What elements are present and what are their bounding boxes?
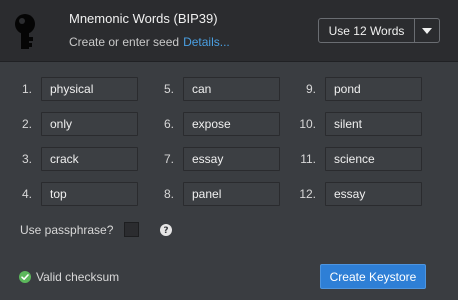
word-row-12: 12. essay [296,182,426,206]
subtitle: Create or enter seed Details... [69,35,230,49]
word-number: 6. [163,117,174,131]
word-number: 1. [21,82,32,96]
word-number: 2. [21,117,32,131]
word-row-8: 8. panel [154,182,284,206]
word-row-1: 1. physical [12,77,142,101]
word-field-4[interactable]: top [41,182,138,206]
subtitle-text: Create or enter seed [69,35,180,49]
word-row-10: 10. silent [296,112,426,136]
word-row-7: 7. essay [154,147,284,171]
word-field-5[interactable]: can [183,77,280,101]
word-row-2: 2. only [12,112,142,136]
word-field-2[interactable]: only [41,112,138,136]
details-link[interactable]: Details... [183,35,230,49]
passphrase-checkbox[interactable] [124,222,139,237]
word-count-label[interactable]: Use 12 Words [319,19,415,42]
word-number: 7. [163,152,174,166]
word-row-6: 6. expose [154,112,284,136]
word-number: 9. [305,82,316,96]
word-field-7[interactable]: essay [183,147,280,171]
word-number: 4. [21,187,32,201]
word-field-3[interactable]: crack [41,147,138,171]
word-field-11[interactable]: science [325,147,422,171]
word-number: 5. [163,82,174,96]
chevron-down-icon[interactable] [415,19,439,42]
word-row-3: 3. crack [12,147,142,171]
word-field-10[interactable]: silent [325,112,422,136]
word-count-dropdown[interactable]: Use 12 Words [318,18,440,43]
key-icon [15,14,35,49]
word-number: 10. [299,117,316,131]
header: Mnemonic Words (BIP39) Create or enter s… [0,0,458,61]
checksum-status: Valid checksum [36,270,120,284]
header-divider [0,61,458,62]
word-number: 11. [300,152,316,166]
word-row-9: 9. pond [296,77,426,101]
create-keystore-button[interactable]: Create Keystore [320,264,426,289]
passphrase-label: Use passphrase? [20,223,114,237]
word-number: 3. [21,152,32,166]
word-row-11: 11. science [296,147,426,171]
word-field-9[interactable]: pond [325,77,422,101]
word-row-4: 4. top [12,182,142,206]
word-row-5: 5. can [154,77,284,101]
word-field-1[interactable]: physical [41,77,138,101]
svg-text:?: ? [163,226,168,236]
page-title: Mnemonic Words (BIP39) [69,11,218,26]
word-field-12[interactable]: essay [325,182,422,206]
question-icon[interactable]: ? [160,224,172,236]
check-circle-icon [19,271,31,283]
word-number: 8. [163,187,174,201]
word-field-8[interactable]: panel [183,182,280,206]
word-number: 12. [299,187,316,201]
word-field-6[interactable]: expose [183,112,280,136]
